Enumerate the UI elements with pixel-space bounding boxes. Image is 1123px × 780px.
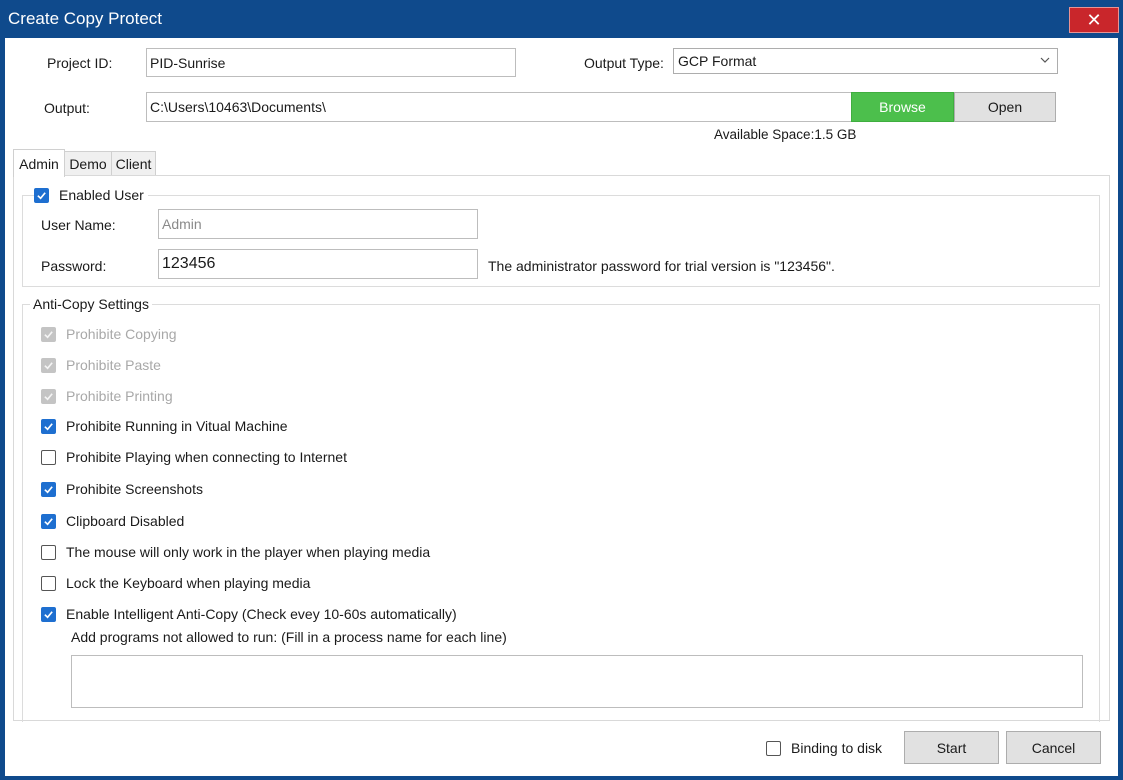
anti-copy-option-label: Lock the Keyboard when playing media (66, 575, 311, 591)
check-icon (44, 330, 53, 338)
window-title: Create Copy Protect (8, 9, 163, 28)
anti-copy-option-label: Prohibite Copying (66, 326, 177, 342)
chevron-down-icon (1039, 53, 1051, 69)
anti-copy-option-label: Prohibite Running in Vitual Machine (66, 418, 288, 434)
anti-copy-checkbox[interactable] (41, 544, 56, 560)
start-button[interactable]: Start (904, 731, 999, 764)
output-type-label: Output Type: (584, 55, 664, 71)
open-button[interactable]: Open (954, 92, 1056, 122)
enabled-user-checkbox[interactable] (34, 187, 49, 203)
anti-copy-option[interactable]: Enable Intelligent Anti-Copy (Check evey… (41, 606, 457, 622)
check-icon (44, 517, 53, 525)
output-type-select[interactable]: GCP Format (673, 48, 1058, 74)
cancel-button[interactable]: Cancel (1006, 731, 1101, 764)
title-bar[interactable]: Create Copy Protect ✕ (0, 0, 1123, 38)
dialog-window: Create Copy Protect ✕ Project ID: PID-Su… (0, 0, 1123, 780)
password-label: Password: (41, 258, 107, 274)
anti-copy-checkbox (41, 388, 56, 404)
close-button[interactable]: ✕ (1069, 7, 1119, 33)
anti-copy-checkbox[interactable] (41, 606, 56, 622)
anti-copy-option-label: Prohibite Paste (66, 357, 161, 373)
anti-copy-option: Prohibite Paste (41, 357, 161, 373)
programs-textarea[interactable] (71, 655, 1083, 708)
check-icon (44, 610, 53, 618)
anti-copy-option-label: Prohibite Playing when connecting to Int… (66, 449, 347, 465)
binding-disk-checkbox[interactable] (766, 740, 781, 756)
anti-copy-option: Prohibite Copying (41, 326, 177, 342)
check-icon (44, 485, 53, 493)
browse-button[interactable]: Browse (851, 92, 954, 122)
dialog-body: Project ID: PID-Sunrise Output Type: GCP… (5, 38, 1118, 776)
anti-copy-option-label: Prohibite Screenshots (66, 481, 203, 497)
check-icon (44, 422, 53, 430)
output-path-input[interactable]: C:\Users\10463\Documents\ (146, 92, 852, 122)
anti-copy-option[interactable]: Prohibite Running in Vitual Machine (41, 418, 288, 434)
anti-copy-checkbox (41, 326, 56, 342)
admin-tab-panel: Enabled User User Name: Admin Password: … (13, 175, 1110, 722)
output-label: Output: (44, 100, 90, 116)
enabled-user-label: Enabled User (59, 187, 144, 203)
check-icon (44, 392, 53, 400)
anti-copy-option-label: Enable Intelligent Anti-Copy (Check evey… (66, 606, 457, 622)
tab-admin[interactable]: Admin (13, 149, 65, 177)
anti-copy-checkbox[interactable] (41, 418, 56, 434)
anti-copy-option[interactable]: Clipboard Disabled (41, 513, 184, 529)
programs-label: Add programs not allowed to run: (Fill i… (71, 629, 507, 645)
password-input[interactable]: 123456 (158, 249, 478, 279)
password-hint: The administrator password for trial ver… (488, 258, 835, 274)
available-space-text: Available Space:1.5 GB (714, 127, 857, 142)
anti-copy-checkbox (41, 357, 56, 373)
anti-copy-checkbox[interactable] (41, 513, 56, 529)
anti-copy-checkbox[interactable] (41, 449, 56, 465)
anti-copy-option[interactable]: Prohibite Playing when connecting to Int… (41, 449, 347, 465)
username-label: User Name: (41, 217, 116, 233)
binding-disk-checkbox-row[interactable]: Binding to disk (766, 740, 882, 756)
enabled-user-checkbox-row[interactable]: Enabled User (34, 187, 148, 203)
project-id-input[interactable]: PID-Sunrise (146, 48, 516, 77)
output-type-value: GCP Format (678, 53, 757, 69)
binding-disk-label: Binding to disk (791, 740, 883, 756)
anti-copy-option[interactable]: The mouse will only work in the player w… (41, 544, 430, 560)
username-input[interactable]: Admin (158, 209, 478, 239)
anti-copy-option[interactable]: Prohibite Screenshots (41, 481, 203, 497)
anti-copy-checkbox[interactable] (41, 575, 56, 591)
anti-copy-option-label: Clipboard Disabled (66, 513, 185, 529)
anti-copy-option-label: Prohibite Printing (66, 388, 173, 404)
check-icon (37, 191, 46, 199)
anti-copy-legend: Anti-Copy Settings (30, 296, 152, 312)
close-icon: ✕ (1086, 9, 1102, 30)
anti-copy-checkbox[interactable] (41, 481, 56, 497)
tab-demo[interactable]: Demo (64, 151, 112, 176)
check-icon (44, 361, 53, 369)
anti-copy-option[interactable]: Lock the Keyboard when playing media (41, 575, 310, 591)
project-id-label: Project ID: (47, 55, 113, 71)
tab-client[interactable]: Client (111, 151, 156, 176)
anti-copy-option-label: The mouse will only work in the player w… (66, 544, 431, 560)
anti-copy-option: Prohibite Printing (41, 388, 173, 404)
